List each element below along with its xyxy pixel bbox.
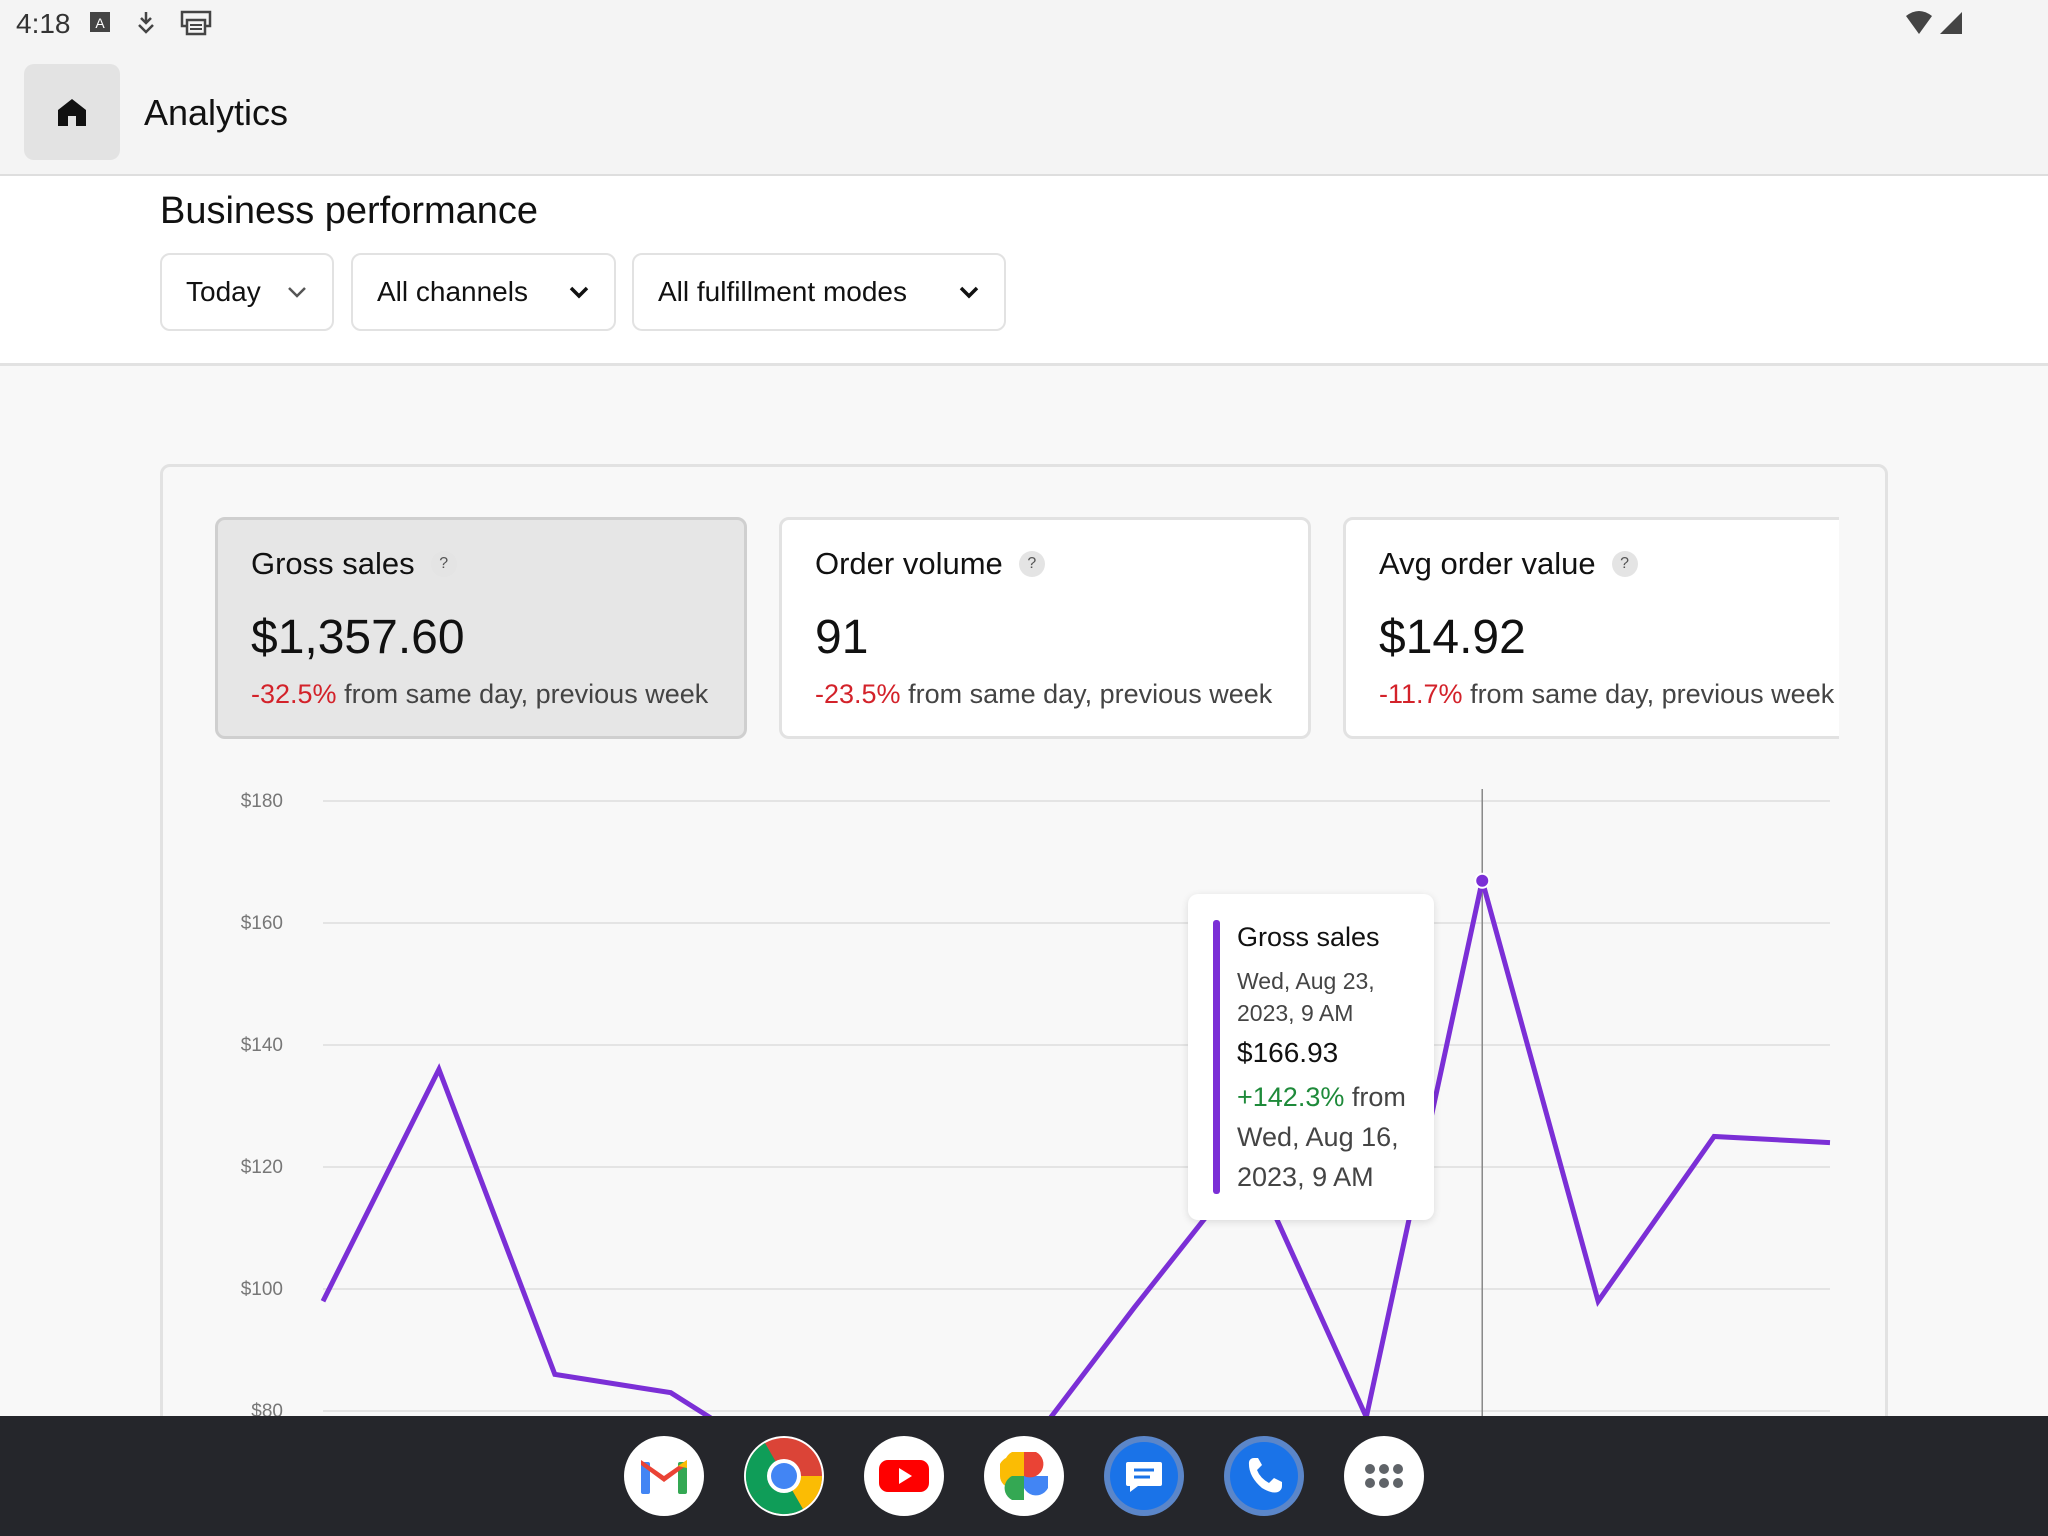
printer-icon bbox=[180, 10, 212, 36]
y-tick-label: $160 bbox=[241, 913, 283, 934]
data-point[interactable] bbox=[1826, 1139, 1834, 1147]
header-panel: Business performance Today All channels … bbox=[0, 176, 2048, 366]
page-title: Business performance bbox=[160, 190, 539, 232]
wifi-icon bbox=[1906, 11, 1932, 34]
gmail-icon[interactable] bbox=[624, 1436, 704, 1516]
tooltip-title: Gross sales bbox=[1237, 922, 1380, 952]
date-filter-dropdown[interactable]: Today bbox=[160, 253, 334, 331]
taskbar-dock bbox=[0, 1416, 2048, 1536]
data-point[interactable] bbox=[551, 1370, 559, 1378]
channel-filter-label: All channels bbox=[377, 276, 528, 307]
date-filter-label: Today bbox=[186, 276, 261, 307]
cell-signal-icon bbox=[1940, 12, 1962, 34]
tooltip-comparison: +142.3% from Wed, Aug 16, 2023, 9 AM bbox=[1237, 1077, 1427, 1197]
chart-tooltip: Gross sales Wed, Aug 23, 2023, 9 AM $166… bbox=[1188, 894, 1434, 1220]
home-icon bbox=[58, 99, 86, 126]
app-bar: Analytics bbox=[0, 48, 2048, 176]
fulfillment-filter-label: All fulfillment modes bbox=[658, 276, 907, 307]
photos-icon[interactable] bbox=[984, 1436, 1064, 1516]
data-point[interactable] bbox=[1594, 1297, 1602, 1305]
status-time: 4:18 bbox=[16, 8, 71, 39]
performance-card: Gross sales ? $1,357.60 -32.5% from same… bbox=[160, 464, 1888, 1536]
youtube-icon[interactable] bbox=[864, 1436, 944, 1516]
data-point[interactable] bbox=[667, 1389, 675, 1397]
y-tick-label: $120 bbox=[241, 1157, 283, 1178]
data-point[interactable] bbox=[319, 1297, 327, 1305]
chevron-down-icon bbox=[286, 285, 308, 299]
data-point[interactable] bbox=[1130, 1303, 1138, 1311]
app-title: Analytics bbox=[144, 92, 289, 133]
home-button[interactable] bbox=[24, 64, 120, 160]
status-bar: 4:18 A bbox=[0, 0, 2048, 48]
fulfillment-filter-dropdown[interactable]: All fulfillment modes bbox=[632, 253, 1006, 331]
highlighted-data-point[interactable] bbox=[1474, 872, 1491, 889]
tooltip-date: Wed, Aug 23, 2023, 9 AM bbox=[1237, 968, 1375, 1026]
tooltip-value: $166.93 bbox=[1237, 1037, 1339, 1068]
svg-text:A: A bbox=[95, 15, 105, 31]
y-tick-label: $180 bbox=[241, 791, 283, 812]
y-tick-label: $100 bbox=[241, 1279, 283, 1300]
keyboard-a-icon: A bbox=[90, 12, 110, 32]
download-app-icon bbox=[138, 12, 154, 34]
tooltip-series-indicator bbox=[1213, 920, 1220, 1194]
data-point[interactable] bbox=[1710, 1133, 1718, 1141]
phone-icon[interactable] bbox=[1224, 1436, 1304, 1516]
wifi-signal-icons bbox=[1906, 11, 1962, 34]
tooltip-change-percent: +142.3% bbox=[1237, 1082, 1345, 1112]
app-drawer-icon[interactable] bbox=[1344, 1436, 1424, 1516]
gross-sales-line-chart[interactable]: $180$160$140$120$100$80 bbox=[163, 467, 1888, 1536]
chevron-down-icon bbox=[958, 285, 980, 299]
y-tick-label: $140 bbox=[241, 1035, 283, 1056]
channel-filter-dropdown[interactable]: All channels bbox=[351, 253, 616, 331]
data-point[interactable] bbox=[435, 1065, 443, 1073]
chevron-down-icon bbox=[568, 285, 590, 299]
chrome-icon[interactable] bbox=[744, 1436, 824, 1516]
messages-icon[interactable] bbox=[1104, 1436, 1184, 1516]
